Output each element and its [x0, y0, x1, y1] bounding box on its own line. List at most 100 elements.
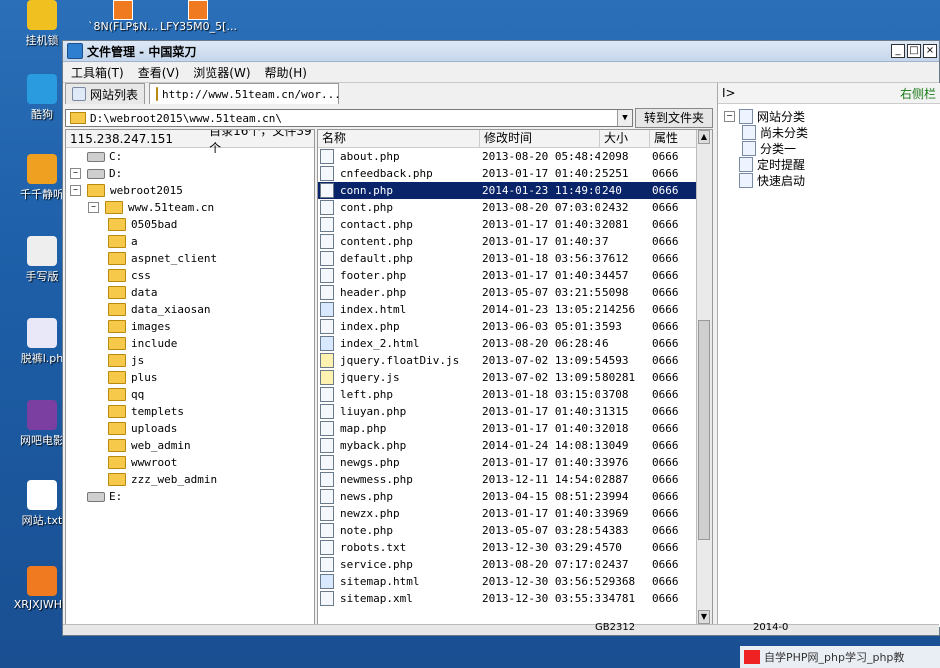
tree-item[interactable]: qq [66, 386, 314, 403]
tree-item-label: aspnet_client [131, 252, 218, 265]
menu-help[interactable]: 帮助(H) [265, 64, 307, 81]
tree-item-label: data_xiaosan [131, 303, 211, 316]
menu-tools[interactable]: 工具箱(T) [71, 64, 124, 81]
sidebar-item-label: 尚未分类 [760, 125, 809, 140]
file-row[interactable]: footer.php 2013-01-17 01:40:30 4457 0666 [318, 267, 712, 284]
tab-file-browser[interactable]: http://www.51team.cn/wor... [149, 83, 341, 104]
file-row[interactable]: conn.php 2014-01-23 11:49:00 240 0666 [318, 182, 712, 199]
sidebar-item[interactable]: 定时提醒 [724, 156, 934, 172]
tree-item[interactable]: templets [66, 403, 314, 420]
expand-toggle-icon[interactable]: − [70, 185, 81, 196]
tree-item[interactable]: images [66, 318, 314, 335]
file-row[interactable]: newzx.php 2013-01-17 01:40:35 3969 0666 [318, 505, 712, 522]
file-row[interactable]: content.php 2013-01-17 01:40:30 7 0666 [318, 233, 712, 250]
scroll-thumb[interactable] [698, 320, 710, 540]
scroll-up-icon[interactable]: ▲ [698, 130, 710, 144]
tree-item[interactable]: uploads [66, 420, 314, 437]
tree-item[interactable]: css [66, 267, 314, 284]
file-attr: 0666 [652, 235, 679, 248]
tree-item[interactable]: wwwroot [66, 454, 314, 471]
tree-item[interactable]: E: [66, 488, 314, 505]
file-row[interactable]: newgs.php 2013-01-17 01:40:34 3976 0666 [318, 454, 712, 471]
file-name-cell: index.php [318, 319, 480, 334]
sidebar-item[interactable]: − 网站分类 [724, 108, 934, 124]
chevron-down-icon[interactable]: ▼ [617, 110, 632, 126]
tree-item[interactable]: zzz_web_admin [66, 471, 314, 488]
file-row[interactable]: robots.txt 2013-12-30 03:29:42 570 0666 [318, 539, 712, 556]
tree-item[interactable]: js [66, 352, 314, 369]
expand-toggle-icon[interactable]: − [88, 202, 99, 213]
sidebar-item[interactable]: 尚未分类 [724, 124, 934, 140]
column-size[interactable]: 大小 [600, 130, 650, 147]
file-row[interactable]: left.php 2013-01-18 03:15:02 3708 0666 [318, 386, 712, 403]
file-size: 2081 [602, 218, 629, 231]
file-name-cell: robots.txt [318, 540, 480, 555]
tree-item[interactable]: − webroot2015 [66, 182, 314, 199]
column-name[interactable]: 名称 [318, 130, 480, 147]
folder-icon [108, 303, 126, 316]
tree-item[interactable]: plus [66, 369, 314, 386]
file-size: 570 [602, 541, 622, 554]
title-bar[interactable]: 文件管理 - 中国菜刀 _ □ × [63, 41, 939, 62]
file-row[interactable]: header.php 2013-05-07 03:21:51 5098 0666 [318, 284, 712, 301]
tree-item[interactable]: data_xiaosan [66, 301, 314, 318]
file-row[interactable]: liuyan.php 2013-01-17 01:40:33 1315 0666 [318, 403, 712, 420]
column-attr[interactable]: 属性 [650, 130, 698, 147]
file-row[interactable]: cont.php 2013-08-20 07:03:07 2432 0666 [318, 199, 712, 216]
close-button[interactable]: × [923, 44, 937, 58]
file-row[interactable]: newmess.php 2013-12-11 14:54:08 2887 0666 [318, 471, 712, 488]
app-shortcut-icon [27, 154, 57, 184]
tree-item[interactable]: − D: [66, 165, 314, 182]
sidebar-item[interactable]: 快速启动 [724, 172, 934, 188]
tree-item[interactable]: a [66, 233, 314, 250]
address-bar[interactable]: D:\webroot2015\www.51team.cn\ ▼ [65, 109, 633, 127]
tree-item[interactable]: − www.51team.cn [66, 199, 314, 216]
tree-item[interactable]: C: [66, 148, 314, 165]
file-row[interactable]: map.php 2013-01-17 01:40:34 2018 0666 [318, 420, 712, 437]
column-modified[interactable]: 修改时间 [480, 130, 600, 147]
file-name-cell: about.php [318, 149, 480, 164]
desktop-file-icon[interactable]: `8N(FLP$N... [88, 0, 158, 33]
file-row[interactable]: sitemap.xml 2013-12-30 03:55:32 34781 0666 [318, 590, 712, 607]
file-row[interactable]: default.php 2013-01-18 03:56:34 7612 0666 [318, 250, 712, 267]
expand-toggle-icon[interactable]: − [70, 168, 81, 179]
page-icon [742, 124, 756, 140]
menu-view[interactable]: 查看(V) [138, 64, 180, 81]
scroll-down-icon[interactable]: ▼ [698, 610, 710, 624]
file-row[interactable]: about.php 2013-08-20 05:48:49 2098 0666 [318, 148, 712, 165]
file-row[interactable]: note.php 2013-05-07 03:28:57 4383 0666 [318, 522, 712, 539]
file-row[interactable]: index.php 2013-06-03 05:01:32 593 0666 [318, 318, 712, 335]
file-name: cnfeedback.php [340, 167, 433, 180]
file-row[interactable]: index_2.html 2013-08-20 06:28:45 6 0666 [318, 335, 712, 352]
file-row[interactable]: index.html 2014-01-23 13:05:28 14256 0666 [318, 301, 712, 318]
goto-folder-button[interactable]: 转到文件夹 [635, 108, 713, 128]
file-name: newgs.php [340, 456, 400, 469]
file-row[interactable]: contact.php 2013-01-17 01:40:30 2081 0666 [318, 216, 712, 233]
tree-item[interactable]: web_admin [66, 437, 314, 454]
file-row[interactable]: cnfeedback.php 2013-01-17 01:40:28 5251 066… [318, 165, 712, 182]
sidebar-toggle[interactable]: I> [722, 86, 736, 100]
expand-toggle-icon[interactable]: − [724, 110, 735, 122]
file-shortcut-icon [188, 0, 209, 20]
app-icon [67, 43, 83, 59]
file-row[interactable]: news.php 2013-04-15 08:51:29 3994 0666 [318, 488, 712, 505]
file-size: 5251 [602, 167, 629, 180]
tree-item[interactable]: aspnet_client [66, 250, 314, 267]
maximize-button[interactable]: □ [907, 44, 921, 58]
sidebar-item[interactable]: 分类一 [724, 140, 934, 156]
vertical-scrollbar[interactable]: ▲ ▼ [696, 130, 712, 624]
file-row[interactable]: myback.php 2014-01-24 14:08:17 3049 0666 [318, 437, 712, 454]
menu-browser[interactable]: 浏览器(W) [193, 64, 250, 81]
tree-item[interactable]: 0505bad [66, 216, 314, 233]
file-row[interactable]: jquery.floatDiv.js 2013-07-02 13:09:53 459… [318, 352, 712, 369]
desktop-file-icon[interactable]: LFY35M0_5[... [160, 0, 237, 33]
tree-item[interactable]: include [66, 335, 314, 352]
minimize-button[interactable]: _ [891, 44, 905, 58]
tab-site-list[interactable]: 网站列表 [65, 83, 146, 104]
file-row[interactable]: sitemap.html 2013-12-30 03:56:51 29368 0666 [318, 573, 712, 590]
file-row[interactable]: jquery.js 2013-07-02 13:09:53 80281 0666 [318, 369, 712, 386]
file-row[interactable]: service.php 2013-08-20 07:17:05 2437 0666 [318, 556, 712, 573]
desktop-icon-label: LFY35M0_5[... [160, 20, 237, 33]
tree-item[interactable]: data [66, 284, 314, 301]
tree-item-label: web_admin [131, 439, 191, 452]
